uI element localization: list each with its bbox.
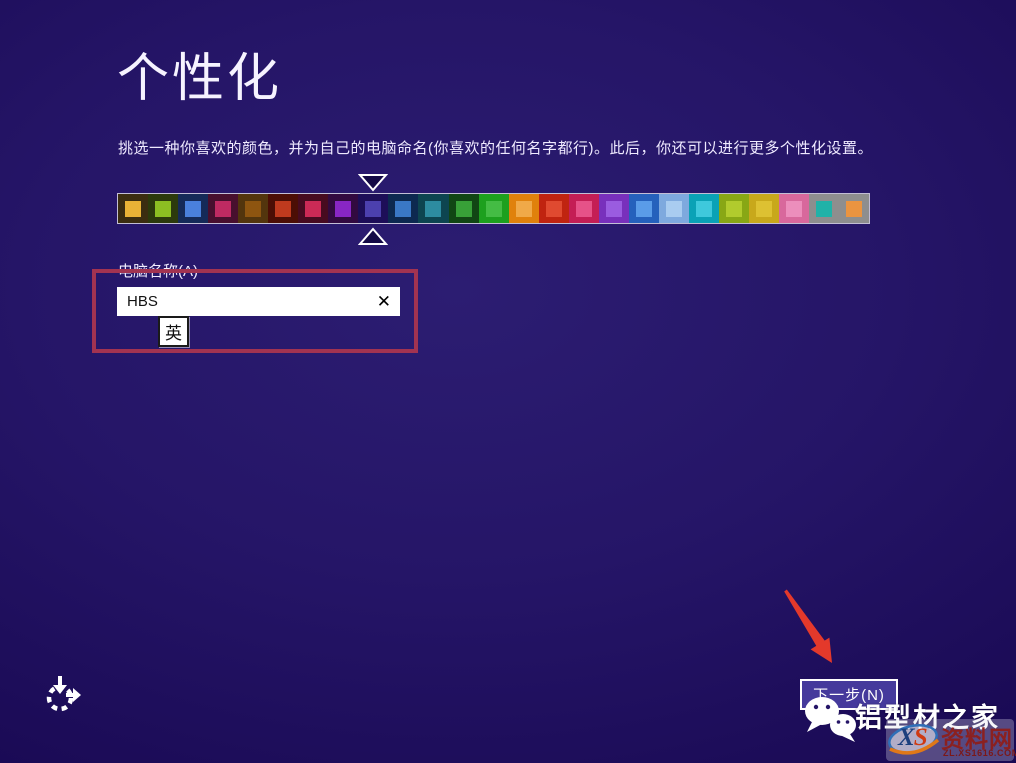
- page-title: 个性化: [117, 36, 282, 111]
- color-swatch[interactable]: [509, 194, 539, 223]
- color-swatch[interactable]: [689, 194, 719, 223]
- color-swatch[interactable]: [569, 194, 599, 223]
- wechat-icon: [800, 694, 862, 748]
- color-swatch[interactable]: [178, 194, 208, 223]
- color-swatch[interactable]: [839, 194, 869, 223]
- color-swatch-accent: [185, 201, 201, 217]
- page-subtitle: 挑选一种你喜欢的颜色，并为自己的电脑命名(你喜欢的任何名字都行)。此后，你还可以…: [118, 137, 873, 158]
- xs-logo-url: ZL.XS1616.COM: [943, 748, 1016, 758]
- color-swatch[interactable]: [298, 194, 328, 223]
- xs-site-logo: XS 资料网 ZL.XS1616.COM: [886, 719, 1014, 761]
- color-swatch-accent: [155, 201, 171, 217]
- color-swatch-accent: [245, 201, 261, 217]
- color-swatch-accent: [365, 201, 381, 217]
- color-swatch-accent: [425, 201, 441, 217]
- color-swatch-accent: [636, 201, 652, 217]
- color-swatch[interactable]: [779, 194, 809, 223]
- color-swatch-accent: [486, 201, 502, 217]
- clear-input-icon[interactable]: ✕: [377, 290, 391, 313]
- color-swatch[interactable]: [328, 194, 358, 223]
- color-swatch-accent: [756, 201, 772, 217]
- color-swatch[interactable]: [749, 194, 779, 223]
- color-swatch-accent: [456, 201, 472, 217]
- color-swatch[interactable]: [659, 194, 689, 223]
- color-swatch[interactable]: [358, 194, 388, 223]
- color-swatch-accent: [335, 201, 351, 217]
- color-swatch-accent: [215, 201, 231, 217]
- color-swatch-accent: [305, 201, 321, 217]
- color-swatch-accent: [395, 201, 411, 217]
- color-swatch[interactable]: [388, 194, 418, 223]
- color-swatch[interactable]: [238, 194, 268, 223]
- color-swatch[interactable]: [118, 194, 148, 223]
- computer-name-label: 电脑名称(A): [118, 260, 198, 281]
- selected-color-arrow-top-icon: [358, 173, 388, 192]
- color-swatch-accent: [666, 201, 682, 217]
- ease-of-access-icon[interactable]: [44, 675, 82, 715]
- color-swatch[interactable]: [629, 194, 659, 223]
- color-swatch-accent: [516, 201, 532, 217]
- color-swatch[interactable]: [268, 194, 298, 223]
- color-swatch-accent: [576, 201, 592, 217]
- color-swatch[interactable]: [479, 194, 509, 223]
- selected-color-arrow-bottom-icon: [358, 227, 388, 246]
- color-swatch-accent: [546, 201, 562, 217]
- color-swatch[interactable]: [449, 194, 479, 223]
- color-swatch[interactable]: [208, 194, 238, 223]
- xs-logo-letters: XS: [898, 724, 927, 752]
- personalize-setup-screen: 个性化 挑选一种你喜欢的颜色，并为自己的电脑命名(你喜欢的任何名字都行)。此后，…: [0, 0, 1016, 763]
- ime-language-indicator[interactable]: 英: [158, 316, 189, 347]
- color-swatch-accent: [786, 201, 802, 217]
- color-swatch[interactable]: [418, 194, 448, 223]
- color-swatch[interactable]: [809, 194, 839, 223]
- color-swatch[interactable]: [599, 194, 629, 223]
- color-swatch[interactable]: [148, 194, 178, 223]
- computer-name-input[interactable]: [117, 287, 357, 316]
- annotation-arrow-icon: [772, 585, 850, 677]
- color-swatch-accent: [125, 201, 141, 217]
- color-swatch-accent: [696, 201, 712, 217]
- color-swatch[interactable]: [719, 194, 749, 223]
- color-swatch-accent: [275, 201, 291, 217]
- color-swatch-accent: [816, 201, 832, 217]
- color-strip: [117, 193, 870, 224]
- color-swatch-accent: [606, 201, 622, 217]
- color-swatch-accent: [726, 201, 742, 217]
- computer-name-field-wrap: ✕: [117, 287, 400, 316]
- color-swatch-accent: [846, 201, 862, 217]
- color-swatch[interactable]: [539, 194, 569, 223]
